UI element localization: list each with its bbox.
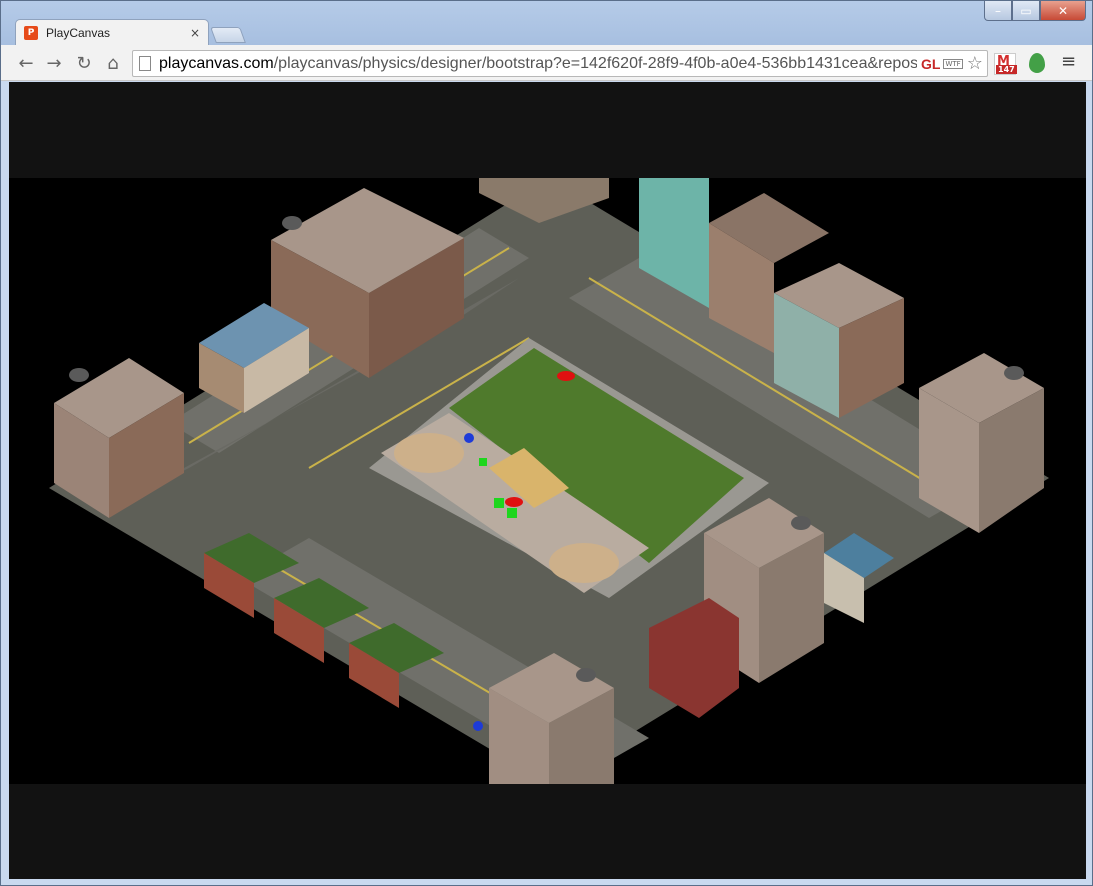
window-controls: – ▭ ✕ xyxy=(984,1,1086,21)
water-tower-icon xyxy=(576,668,596,682)
minimize-button[interactable]: – xyxy=(984,1,1012,21)
reload-button[interactable]: ↻ xyxy=(73,52,95,74)
chrome-menu-button[interactable]: ≡ xyxy=(1061,51,1076,72)
gmail-unread-count: 147 xyxy=(996,65,1017,74)
basketball-court xyxy=(394,433,464,473)
green-cube xyxy=(479,458,487,466)
red-capsule xyxy=(505,497,523,507)
blue-sphere xyxy=(464,433,474,443)
forward-button[interactable]: → xyxy=(43,52,65,74)
basketball-court xyxy=(549,543,619,583)
gl-extension-icon[interactable]: GL xyxy=(921,56,940,72)
back-button[interactable]: ← xyxy=(15,52,37,74)
isometric-city-scene xyxy=(49,178,1049,784)
url-path: /playcanvas/physics/designer/bootstrap?e… xyxy=(273,54,917,72)
water-tower-icon xyxy=(69,368,89,382)
address-bar[interactable]: playcanvas.com/playcanvas/physics/design… xyxy=(132,50,988,77)
url-host: playcanvas.com xyxy=(159,54,274,72)
page-viewport xyxy=(9,82,1086,879)
wtf-extension-icon[interactable]: WTF xyxy=(943,58,963,69)
game-canvas[interactable] xyxy=(9,178,1086,784)
tab-close-icon[interactable]: × xyxy=(190,26,200,40)
new-tab-button[interactable] xyxy=(210,27,246,43)
page-icon xyxy=(139,56,151,71)
browser-window: – ▭ ✕ P PlayCanvas × ← → ↻ ⌂ playcanvas.… xyxy=(0,0,1093,886)
restore-button[interactable]: ▭ xyxy=(1012,1,1040,21)
playcanvas-favicon-icon: P xyxy=(24,26,38,40)
water-tower-icon xyxy=(282,216,302,230)
bookmark-star-icon[interactable]: ☆ xyxy=(967,53,983,74)
water-tower-icon xyxy=(791,516,811,530)
water-tower-icon xyxy=(1004,366,1024,380)
gmail-extension-icon[interactable]: M 147 xyxy=(994,53,1017,75)
title-bar: – ▭ ✕ P PlayCanvas × xyxy=(1,1,1092,46)
blue-sphere xyxy=(473,721,483,731)
tab-playcanvas[interactable]: P PlayCanvas × xyxy=(15,19,209,46)
balloon-extension-icon[interactable] xyxy=(1029,53,1045,73)
green-cube xyxy=(507,508,517,518)
url-text[interactable]: playcanvas.com/playcanvas/physics/design… xyxy=(159,55,917,73)
red-capsule xyxy=(557,371,575,381)
home-button[interactable]: ⌂ xyxy=(102,52,124,74)
tab-title: PlayCanvas xyxy=(46,26,111,40)
browser-toolbar: ← → ↻ ⌂ playcanvas.com/playcanvas/physic… xyxy=(1,45,1092,81)
green-cube xyxy=(494,498,504,508)
close-window-button[interactable]: ✕ xyxy=(1040,1,1086,21)
